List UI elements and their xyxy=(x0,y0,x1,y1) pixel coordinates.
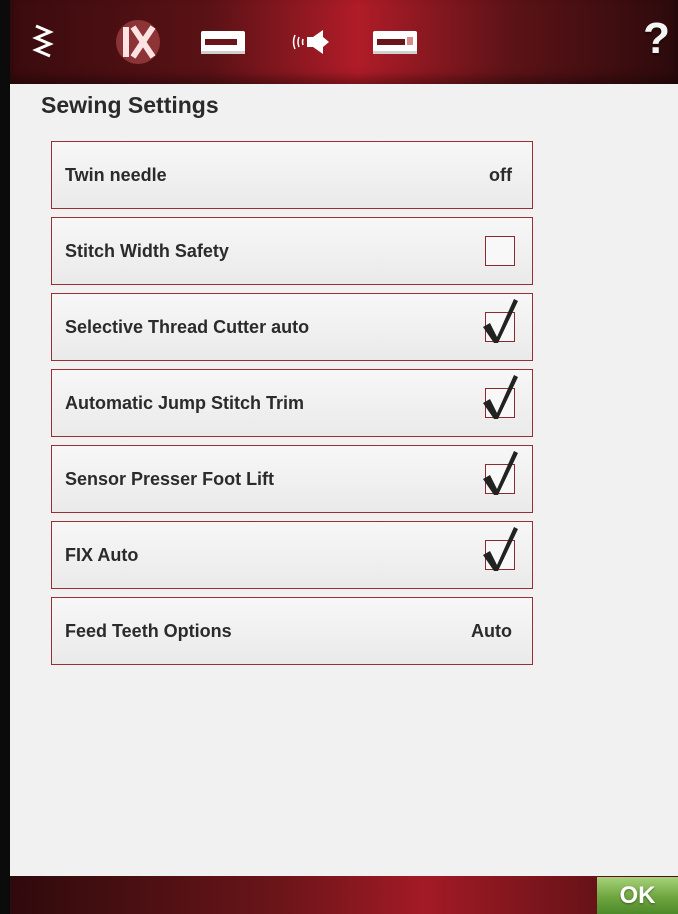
setting-label: Automatic Jump Stitch Trim xyxy=(65,393,305,413)
top-toolbar: ? xyxy=(10,0,678,84)
checkmark-icon xyxy=(483,527,518,571)
sound-icon[interactable] xyxy=(290,18,332,66)
setting-row-twin-needle[interactable]: Twin needle off xyxy=(51,141,533,209)
checkmark-icon xyxy=(483,451,518,495)
setting-row-presser-foot-lift[interactable]: Sensor Presser Foot Lift xyxy=(51,445,533,513)
thread-cutter-checkbox[interactable] xyxy=(483,299,518,343)
fix-auto-checkbox[interactable] xyxy=(483,527,518,571)
setting-label: Feed Teeth Options xyxy=(65,621,232,641)
setting-label: Sensor Presser Foot Lift xyxy=(65,469,275,489)
fix-icon[interactable] xyxy=(114,18,162,66)
setting-value: off xyxy=(489,165,512,185)
bottom-bar xyxy=(10,876,678,914)
setting-label: FIX Auto xyxy=(65,545,139,565)
help-button[interactable]: ? xyxy=(643,14,670,64)
settings-list: Twin needle off Stitch Width Safety Sele… xyxy=(51,141,533,673)
setting-row-selective-thread-cutter[interactable]: Selective Thread Cutter auto xyxy=(51,293,533,361)
setting-row-feed-teeth[interactable]: Feed Teeth Options Auto xyxy=(51,597,533,665)
screen: ? Sewing Settings Twin needle off Stitch… xyxy=(10,0,678,914)
sewing-machine-icon[interactable] xyxy=(198,18,248,66)
sewing-machine-settings-icon[interactable] xyxy=(370,18,420,66)
setting-label: Selective Thread Cutter auto xyxy=(65,317,310,337)
setting-row-jump-stitch-trim[interactable]: Automatic Jump Stitch Trim xyxy=(51,369,533,437)
page-title: Sewing Settings xyxy=(41,92,219,118)
stitch-zigzag-icon[interactable] xyxy=(28,18,58,66)
stitch-width-safety-checkbox[interactable] xyxy=(485,236,515,266)
setting-value: Auto xyxy=(471,621,512,641)
setting-label: Twin needle xyxy=(65,165,167,185)
setting-label: Stitch Width Safety xyxy=(65,241,229,261)
setting-row-stitch-width-safety[interactable]: Stitch Width Safety xyxy=(51,217,533,285)
jump-stitch-trim-checkbox[interactable] xyxy=(483,375,518,419)
checkmark-icon xyxy=(483,375,518,419)
setting-row-fix-auto[interactable]: FIX Auto xyxy=(51,521,533,589)
checkmark-icon xyxy=(483,299,518,343)
presser-foot-lift-checkbox[interactable] xyxy=(483,451,518,495)
ok-button[interactable]: OK xyxy=(597,877,678,914)
